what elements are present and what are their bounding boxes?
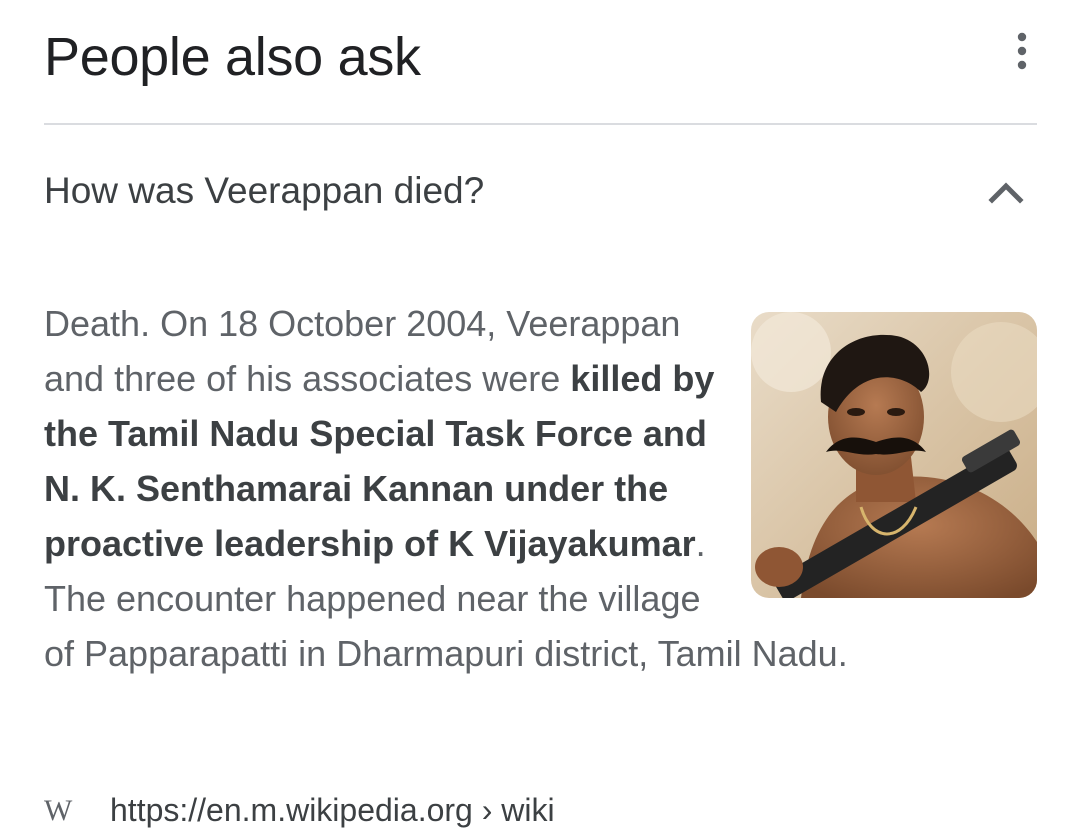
answer-snippet: Death. On 18 October 2004, Veerappan and… [44,296,1037,681]
section-title: People also ask [44,27,421,87]
chevron-up-icon[interactable] [987,174,1025,208]
source-url[interactable]: https://en.m.wikipedia.org › wiki [110,790,555,830]
more-options-button[interactable] [1007,28,1037,74]
portrait-photo [751,312,1037,598]
people-also-ask-header: People also ask [44,22,1037,92]
section-divider [44,123,1037,125]
answer-image[interactable] [751,312,1037,598]
more-vert-icon [1017,32,1027,70]
wikipedia-icon: W [44,794,73,827]
question-accordion[interactable]: How was Veerappan died? [44,160,1037,222]
question-text: How was Veerappan died? [44,170,485,211]
source-link[interactable]: W https://en.m.wikipedia.org › wiki [44,790,744,830]
